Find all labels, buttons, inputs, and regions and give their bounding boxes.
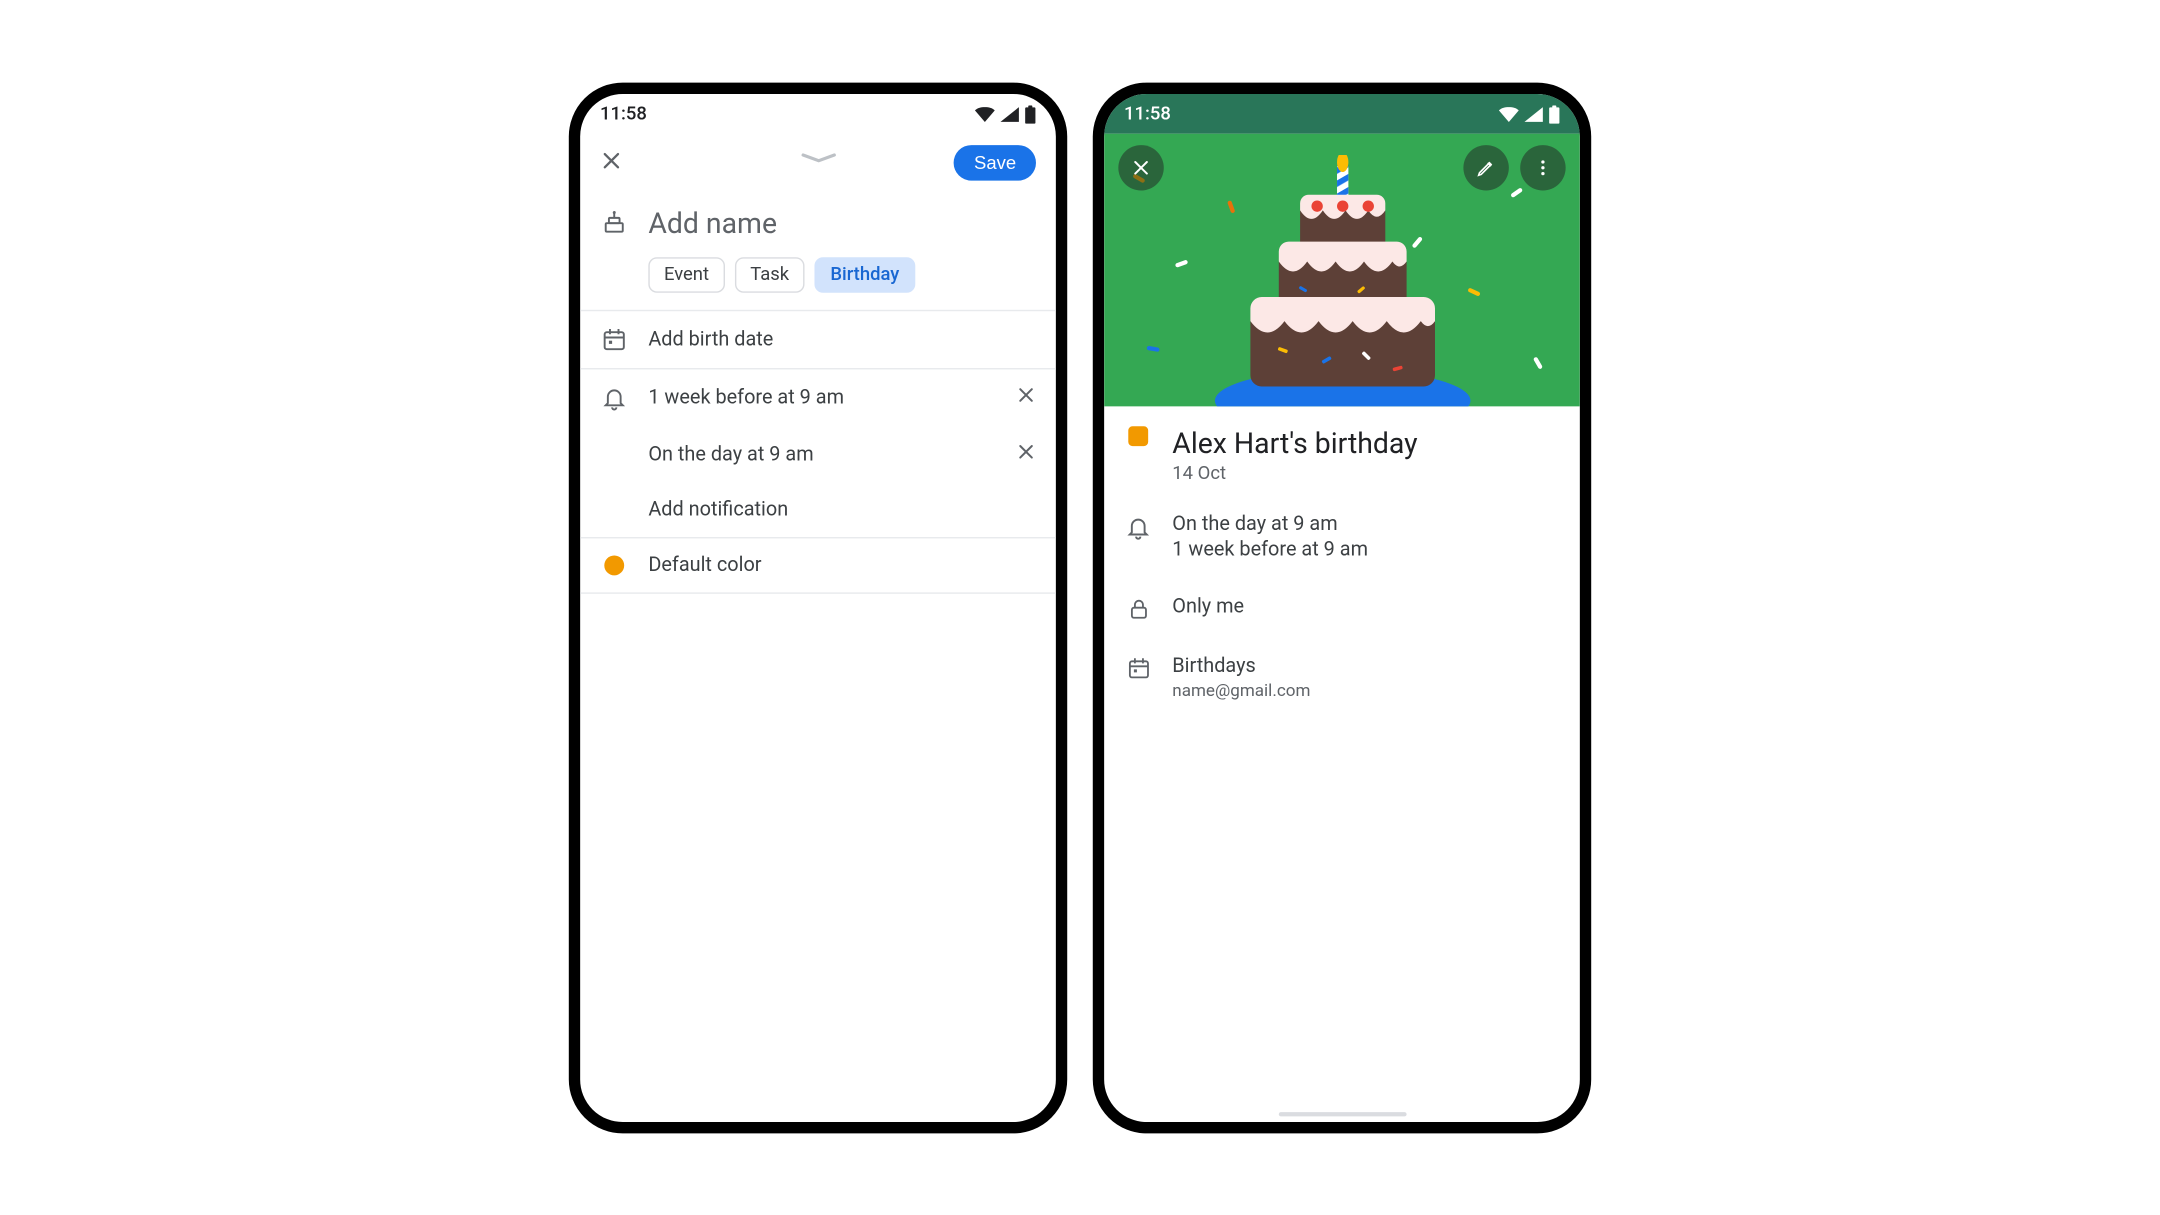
signal-icon xyxy=(1524,106,1542,122)
close-button[interactable] xyxy=(600,148,623,176)
title-row: Alex Hart's birthday xyxy=(1104,406,1580,463)
calendar-account: name@gmail.com xyxy=(1172,680,1310,700)
name-row[interactable]: Add name xyxy=(580,191,1056,253)
edit-button[interactable] xyxy=(1463,145,1508,190)
color-dot-icon xyxy=(600,555,628,575)
close-button[interactable] xyxy=(1118,145,1163,190)
notification-label: On the day at 9 am xyxy=(648,443,996,466)
chip-task[interactable]: Task xyxy=(735,257,805,293)
add-date-label: Add birth date xyxy=(648,328,1036,351)
notification-label: 1 week before at 9 am xyxy=(648,386,996,409)
color-label: Default color xyxy=(648,554,1036,577)
remove-notification-button[interactable] xyxy=(1016,441,1036,467)
status-bar: 11:58 xyxy=(1104,93,1580,133)
phone-create-birthday: 11:58 Save Add name Event Task Birthday … xyxy=(569,82,1067,1133)
divider xyxy=(580,592,1056,593)
lock-icon xyxy=(1124,596,1152,620)
status-bar: 11:58 xyxy=(580,93,1056,133)
app-bar: Save xyxy=(580,133,1056,191)
event-title: Alex Hart's birthday xyxy=(1172,426,1417,460)
calendar-color-icon xyxy=(1124,426,1152,446)
signal-icon xyxy=(1000,106,1018,122)
phone-birthday-detail: 11:58 xyxy=(1093,82,1591,1133)
wifi-icon xyxy=(1499,106,1519,122)
save-button[interactable]: Save xyxy=(954,145,1036,181)
calendar-icon xyxy=(600,326,628,352)
status-icons xyxy=(1499,104,1560,122)
drag-handle-icon[interactable] xyxy=(800,142,837,169)
status-time: 11:58 xyxy=(1124,103,1171,124)
visibility-row: Only me xyxy=(1104,578,1580,638)
calendar-name: Birthdays xyxy=(1172,654,1310,677)
home-indicator[interactable] xyxy=(1278,1112,1406,1116)
notification-row-2[interactable]: On the day at 9 am xyxy=(580,426,1056,483)
remove-notification-button[interactable] xyxy=(1016,385,1036,411)
bell-icon xyxy=(1124,514,1152,540)
battery-icon xyxy=(1549,104,1560,122)
notification-row-1[interactable]: 1 week before at 9 am xyxy=(580,369,1056,426)
name-input[interactable]: Add name xyxy=(648,206,777,240)
add-date-row[interactable]: Add birth date xyxy=(580,311,1056,368)
confetti-icon xyxy=(1533,356,1543,369)
birthday-icon xyxy=(600,210,628,236)
calendar-icon xyxy=(1124,656,1152,680)
status-icons xyxy=(975,104,1036,122)
confetti-icon xyxy=(1175,259,1188,267)
battery-icon xyxy=(1025,104,1036,122)
notifications-row: On the day at 9 am 1 week before at 9 am xyxy=(1104,495,1580,577)
bell-icon xyxy=(600,385,628,411)
visibility-label: Only me xyxy=(1172,595,1244,618)
wifi-icon xyxy=(975,106,995,122)
cake-icon xyxy=(1221,155,1462,406)
add-notification-label: Add notification xyxy=(648,498,1036,521)
chip-event[interactable]: Event xyxy=(648,257,724,293)
add-notification-row[interactable]: Add notification xyxy=(580,483,1056,537)
hero-illustration xyxy=(1104,133,1580,406)
type-chips: Event Task Birthday xyxy=(580,254,1056,309)
chip-birthday[interactable]: Birthday xyxy=(815,257,915,293)
confetti-icon xyxy=(1146,345,1159,351)
calendar-row: Birthdays name@gmail.com xyxy=(1104,637,1580,717)
notification-label: 1 week before at 9 am xyxy=(1172,538,1368,561)
notification-label: On the day at 9 am xyxy=(1172,512,1368,535)
confetti-icon xyxy=(1467,287,1480,296)
color-row[interactable]: Default color xyxy=(580,538,1056,592)
status-time: 11:58 xyxy=(600,103,647,124)
more-button[interactable] xyxy=(1520,145,1565,190)
event-date: 14 Oct xyxy=(1104,463,1580,496)
